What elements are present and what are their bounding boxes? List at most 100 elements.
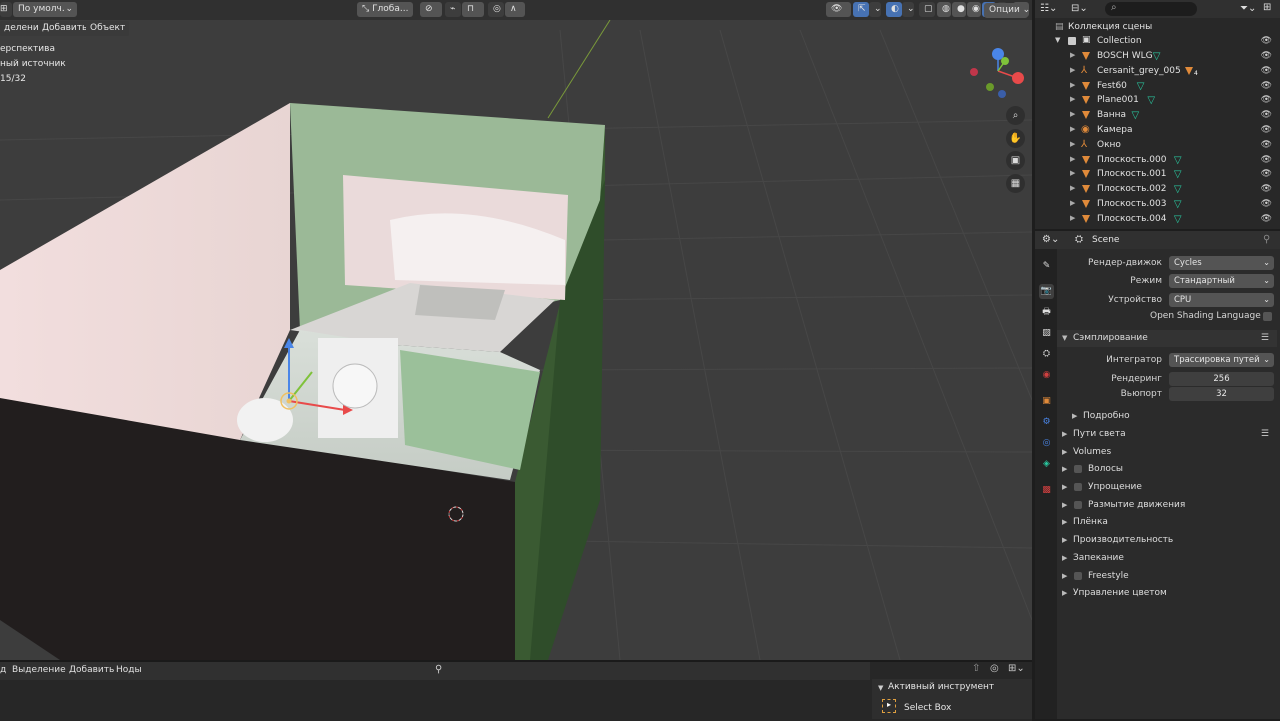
mode-dropdown[interactable]: Стандартный ⌄ <box>1169 274 1274 288</box>
visibility-dropdown-icon[interactable]: 👁 <box>826 2 851 17</box>
expand-arrow-icon[interactable]: ▶ <box>1070 125 1075 133</box>
expand-arrow-icon[interactable]: ▼ <box>1055 36 1060 44</box>
outliner-item[interactable]: ▶ Плоскость.004 ▽ 👁 <box>1035 213 1280 228</box>
eye-icon[interactable]: 👁 <box>1261 110 1272 120</box>
camera-view-icon[interactable]: ▣ <box>1006 151 1025 170</box>
hand-icon[interactable]: ✋ <box>1006 129 1025 148</box>
eye-icon[interactable]: 👁 <box>1261 184 1272 194</box>
node-menu-select[interactable]: Выделение <box>12 665 66 675</box>
properties-section[interactable]: ▶ Volumes <box>1057 444 1277 461</box>
sampling-section-header[interactable]: ▼ Сэмплирование ☰ <box>1057 330 1277 347</box>
eye-icon[interactable]: 👁 <box>1261 66 1272 76</box>
snap-toggle-icon[interactable]: ⌁ <box>445 2 461 17</box>
overlay-dropdown-icon[interactable]: ⌄ <box>902 2 915 17</box>
output-tab-icon[interactable]: 🖶 <box>1039 305 1054 320</box>
falloff-icon[interactable]: ∧ <box>505 2 525 17</box>
section-checkbox[interactable] <box>1074 465 1082 473</box>
snap-target-icon[interactable]: ⊓ <box>462 2 484 17</box>
pin-icon[interactable]: ⚲ <box>435 664 442 675</box>
snap-pivot-icon[interactable]: ⊘ <box>420 2 442 17</box>
eye-icon[interactable]: 👁 <box>1261 199 1272 209</box>
integrator-dropdown[interactable]: Трассировка путей ⌄ <box>1169 353 1274 367</box>
mesh-data-icon[interactable]: ▽ <box>1153 51 1161 62</box>
transform-pivot-dropdown[interactable]: По умолч. ⌄ <box>13 2 77 17</box>
mesh-data-icon[interactable]: ▽ <box>1137 81 1145 92</box>
editor-type-icon[interactable]: ⚙⌄ <box>1042 234 1059 245</box>
render-tab-icon[interactable]: 📷 <box>1039 284 1054 299</box>
expand-arrow-icon[interactable]: ▶ <box>1070 155 1075 163</box>
properties-section[interactable]: ▶ Размытие движения <box>1057 497 1277 514</box>
outliner-search-input[interactable]: ⌕ <box>1105 2 1197 16</box>
eye-icon[interactable]: 👁 <box>1261 155 1272 165</box>
viewport-samples-field[interactable]: 32 <box>1169 387 1274 401</box>
3d-viewport[interactable]: ⌕ ✋ ▣ ▦ ерспектива ный источник 15/32 <box>0 0 1032 660</box>
render-samples-field[interactable]: 256 <box>1169 372 1274 386</box>
eye-icon[interactable]: 👁 <box>1261 51 1272 61</box>
outliner-item[interactable]: ▶ BOSCH WLG ▽ 👁 <box>1035 50 1280 65</box>
render-engine-dropdown[interactable]: Cycles ⌄ <box>1169 256 1274 270</box>
view-layer-tab-icon[interactable]: ▨ <box>1039 326 1054 341</box>
mesh-data-icon[interactable]: ▽ <box>1174 199 1182 210</box>
node-menu-add[interactable]: Добавить <box>69 665 114 675</box>
outliner-item[interactable]: ▶ Ванна ▽ 👁 <box>1035 109 1280 124</box>
eye-icon[interactable]: 👁 <box>1261 169 1272 179</box>
tool-tab-icon[interactable]: ✎ <box>1039 259 1054 274</box>
outliner-item[interactable]: ▶ Plane001 ▽ 👁 <box>1035 94 1280 109</box>
gizmo-dropdown-icon[interactable]: ⌄ <box>869 2 882 17</box>
device-dropdown[interactable]: CPU ⌄ <box>1169 293 1274 307</box>
list-icon[interactable]: ☰ <box>1261 426 1269 443</box>
expand-arrow-icon[interactable]: ▶ <box>1070 169 1075 177</box>
expand-arrow-icon[interactable]: ▶ <box>1070 199 1075 207</box>
modifier-tab-icon[interactable]: ⚙ <box>1039 415 1054 430</box>
eye-icon[interactable]: 👁 <box>1261 81 1272 91</box>
expand-arrow-icon[interactable]: ▶ <box>1070 184 1075 192</box>
mesh-data-icon[interactable]: ▽ <box>1174 169 1182 180</box>
solid-shading-icon[interactable]: ● <box>952 2 966 17</box>
scene-collection-row[interactable]: ▤ Коллекция сцены <box>1035 21 1280 36</box>
zoom-icon[interactable]: ⌕ <box>1006 106 1025 125</box>
properties-section[interactable]: ▶ Freestyle <box>1057 568 1277 585</box>
snap-icon[interactable]: ◎ <box>990 663 999 674</box>
osl-checkbox[interactable] <box>1263 312 1272 321</box>
section-checkbox[interactable] <box>1074 572 1082 580</box>
outliner-item[interactable]: ▶ Плоскость.001 ▽ 👁 <box>1035 168 1280 183</box>
outliner-item[interactable]: ▶ ⅄ Cersanit_grey_005 4 👁 <box>1035 65 1280 80</box>
expand-arrow-icon[interactable]: ▶ <box>1070 110 1075 118</box>
menu-object[interactable]: Объект <box>86 21 130 36</box>
physics-tab-icon[interactable]: ◎ <box>1039 436 1054 451</box>
scene-tab-icon[interactable]: ⛭ <box>1039 347 1054 362</box>
details-subsection[interactable]: ▶ Подробно <box>1067 408 1280 425</box>
parent-node-icon[interactable]: ⇧ <box>972 663 980 674</box>
outliner-item[interactable]: ▶ Плоскость.002 ▽ 👁 <box>1035 183 1280 198</box>
xray-icon[interactable]: ▢ <box>919 2 935 17</box>
collection-row[interactable]: ▼ ▣ Collection 👁 <box>1035 35 1280 50</box>
overlay-icon[interactable]: ⊞⌄ <box>1008 663 1025 674</box>
texture-tab-icon[interactable]: ▩ <box>1039 483 1054 498</box>
mesh-data-icon[interactable]: ▽ <box>1174 214 1182 225</box>
material-shading-icon[interactable]: ◉ <box>967 2 981 17</box>
outliner-item[interactable]: ▶ ◉ Камера 👁 <box>1035 124 1280 139</box>
object-tab-icon[interactable]: ▣ <box>1039 394 1054 409</box>
mesh-data-icon[interactable]: ▽ <box>1147 95 1155 106</box>
collapse-arrow-icon[interactable]: ▼ <box>878 684 883 692</box>
checkbox-icon[interactable] <box>1068 37 1076 45</box>
properties-section[interactable]: ▶ Пути света ☰ <box>1057 426 1277 443</box>
properties-section[interactable]: ▶ Производительность <box>1057 532 1277 549</box>
section-checkbox[interactable] <box>1074 501 1082 509</box>
expand-arrow-icon[interactable]: ▶ <box>1070 214 1075 222</box>
node-menu-view[interactable]: д <box>0 665 6 675</box>
node-menu-nodes[interactable]: Ноды <box>116 665 142 675</box>
editor-type-icon[interactable]: ⊞ <box>0 2 12 17</box>
options-button[interactable]: Опции ⌄ <box>984 3 1030 18</box>
pin-icon[interactable]: ⚲ <box>1263 234 1270 245</box>
navigation-gizmo[interactable] <box>968 46 1028 101</box>
expand-arrow-icon[interactable]: ▶ <box>1070 51 1075 59</box>
eye-icon[interactable]: 👁 <box>1261 95 1272 105</box>
object-data-tab-icon[interactable]: ◈ <box>1039 457 1054 472</box>
outliner-item[interactable]: ▶ Плоскость.003 ▽ 👁 <box>1035 198 1280 213</box>
properties-section[interactable]: ▶ Упрощение <box>1057 479 1277 496</box>
section-checkbox[interactable] <box>1074 483 1082 491</box>
mesh-data-icon[interactable]: ▽ <box>1132 110 1140 121</box>
mesh-children-icon[interactable] <box>1185 67 1193 75</box>
select-box-icon[interactable]: ▸ <box>882 699 896 713</box>
